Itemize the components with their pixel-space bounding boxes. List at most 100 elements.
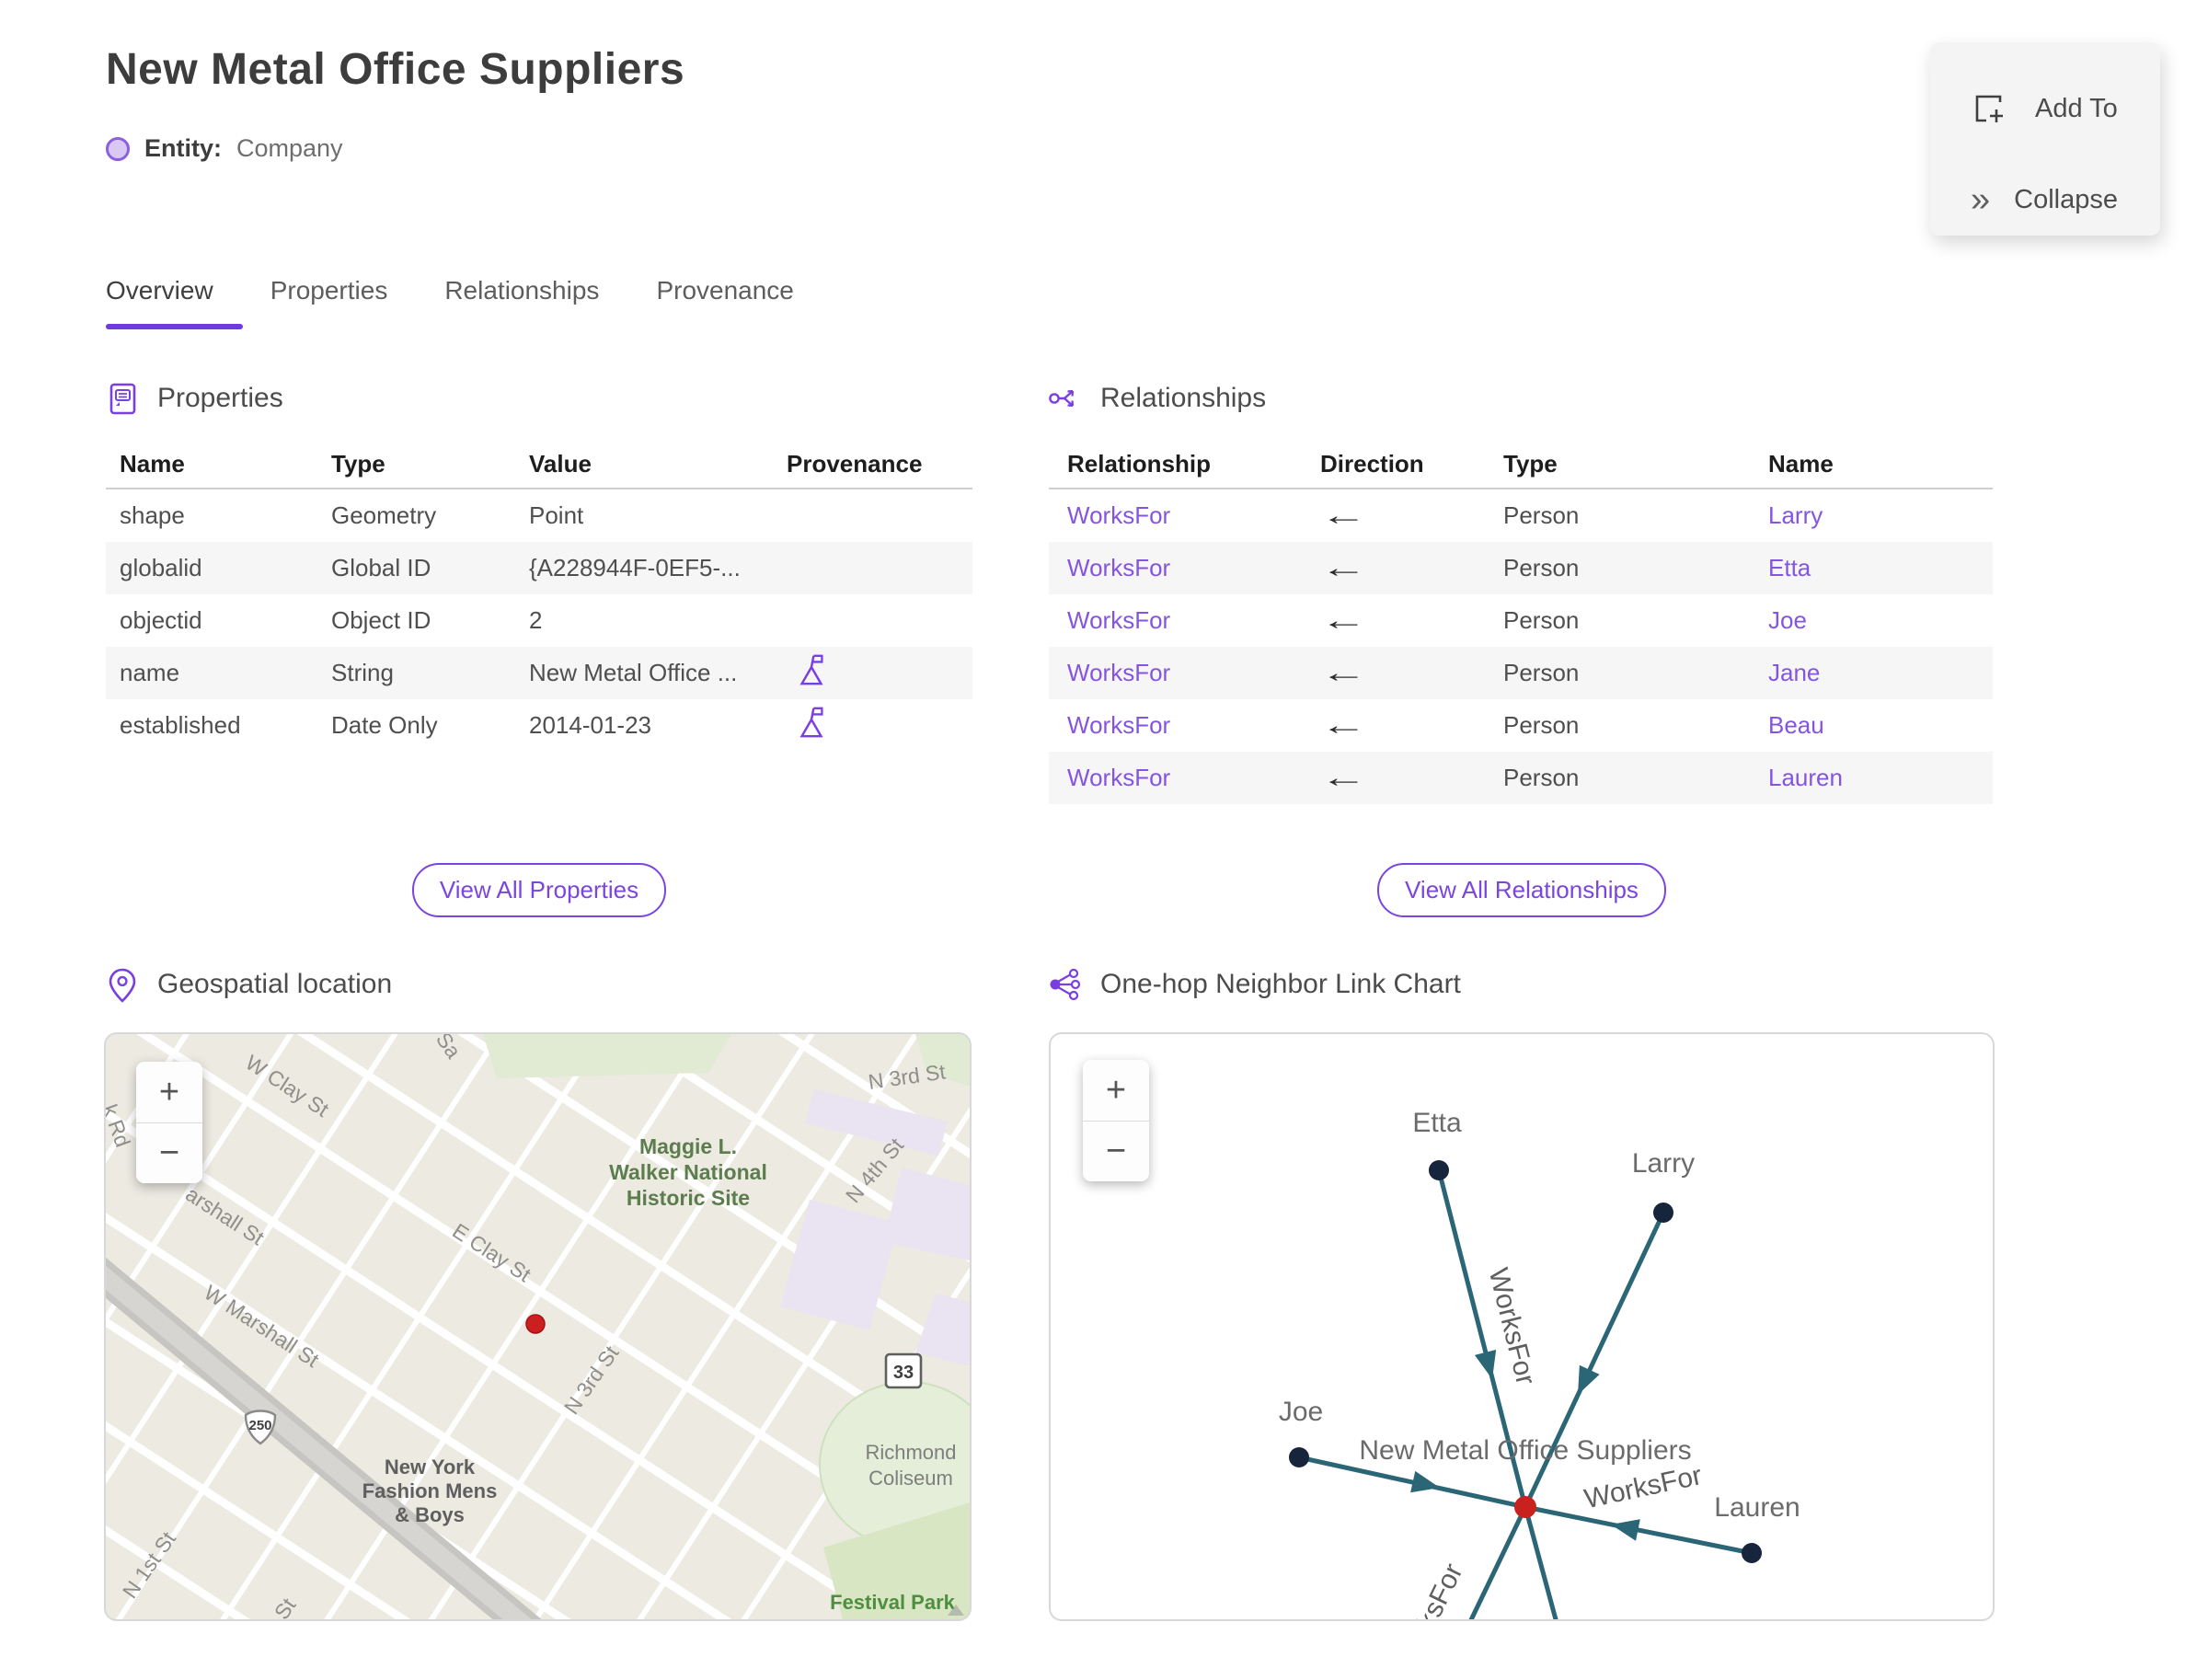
rel-entity-link[interactable]: Etta bbox=[1768, 554, 1993, 582]
col-direction: Direction bbox=[1320, 449, 1424, 478]
prop-name: name bbox=[120, 659, 180, 686]
node-label-center: New Metal Office Suppliers bbox=[1359, 1435, 1691, 1466]
map-zoom-control: + − bbox=[136, 1062, 202, 1183]
one-hop-link-chart[interactable]: WorksFor WorksFor WorksFor Etta Larry Jo… bbox=[1049, 1032, 1995, 1621]
map-location-marker[interactable] bbox=[525, 1314, 546, 1334]
add-to-icon bbox=[1975, 95, 2003, 122]
view-all-relationships-button[interactable]: View All Relationships bbox=[1377, 863, 1666, 917]
direction-arrow-icon: ← bbox=[1320, 657, 1367, 688]
chart-edges bbox=[1298, 1169, 1753, 1619]
direction-arrow-icon: ← bbox=[1320, 762, 1367, 793]
rel-type: Person bbox=[1503, 606, 1580, 634]
table-row: WorksFor ← Person Joe bbox=[1049, 594, 1993, 647]
node-etta[interactable] bbox=[1429, 1160, 1449, 1180]
table-row: WorksFor ← Person Jane bbox=[1049, 647, 1993, 699]
node-joe[interactable] bbox=[1289, 1447, 1309, 1467]
view-all-properties-button[interactable]: View All Properties bbox=[411, 863, 667, 917]
properties-table: Name Type Value Provenance shape Geometr… bbox=[106, 440, 972, 752]
node-lauren[interactable] bbox=[1742, 1543, 1762, 1563]
prop-type: Date Only bbox=[331, 711, 438, 739]
link-chart-canvas[interactable]: WorksFor WorksFor WorksFor Etta Larry Jo… bbox=[1051, 1034, 1995, 1621]
geospatial-map[interactable]: W Clay St E Clay St arshall St W Marshal… bbox=[104, 1032, 972, 1621]
chart-zoom-out-button[interactable]: − bbox=[1083, 1121, 1149, 1181]
map-green-area bbox=[483, 1034, 731, 1078]
collapse-button[interactable]: » Collapse bbox=[1971, 182, 2118, 217]
direction-arrow-icon: ← bbox=[1320, 604, 1367, 636]
relationship-link[interactable]: WorksFor bbox=[1067, 501, 1320, 530]
rel-type: Person bbox=[1503, 501, 1580, 529]
table-row: globalid Global ID {A228944F-0EF5-... bbox=[106, 542, 972, 594]
map-attribution-toggle-icon[interactable] bbox=[948, 1605, 964, 1616]
node-label-lauren: Lauren bbox=[1714, 1492, 1800, 1523]
map-zoom-out-button[interactable]: − bbox=[136, 1122, 202, 1183]
collapse-icon: » bbox=[1971, 180, 1990, 219]
floating-actions-card: Add To » Collapse bbox=[1930, 42, 2160, 236]
rel-type: Person bbox=[1503, 711, 1580, 739]
svg-text:New York: New York bbox=[385, 1456, 476, 1479]
add-to-label: Add To bbox=[2035, 93, 2118, 123]
rel-entity-link[interactable]: Joe bbox=[1768, 606, 1993, 635]
map-canvas[interactable]: W Clay St E Clay St arshall St W Marshal… bbox=[106, 1034, 972, 1621]
properties-section-title: Properties bbox=[157, 383, 283, 413]
table-row: WorksFor ← Person Etta bbox=[1049, 542, 1993, 594]
relationships-icon bbox=[1049, 389, 1075, 408]
one-hop-icon bbox=[1050, 968, 1081, 1001]
relationships-table: Relationship Direction Type Name WorksFo… bbox=[1049, 440, 1993, 804]
svg-text:33: 33 bbox=[893, 1363, 914, 1383]
col-name: Name bbox=[120, 449, 185, 478]
prop-name: objectid bbox=[120, 606, 202, 634]
tab-relationships[interactable]: Relationships bbox=[444, 276, 599, 329]
node-larry[interactable] bbox=[1653, 1202, 1673, 1223]
relationship-link[interactable]: WorksFor bbox=[1067, 711, 1320, 740]
tab-overview[interactable]: Overview bbox=[106, 276, 243, 329]
prop-type: Geometry bbox=[331, 501, 437, 529]
provenance-flag-icon[interactable] bbox=[798, 652, 825, 687]
svg-text:Fashion Mens: Fashion Mens bbox=[362, 1479, 498, 1502]
chart-nodes bbox=[1289, 1160, 1762, 1563]
col-value: Value bbox=[529, 449, 592, 478]
node-label-etta: Etta bbox=[1412, 1108, 1462, 1138]
prop-name: globalid bbox=[120, 554, 202, 581]
properties-table-header: Name Type Value Provenance bbox=[106, 440, 972, 489]
linkchart-section-header: One-hop Neighbor Link Chart bbox=[1047, 966, 1461, 1003]
table-row: WorksFor ← Person Lauren bbox=[1049, 752, 1993, 804]
node-center-entity[interactable] bbox=[1514, 1496, 1536, 1518]
rel-type: Person bbox=[1503, 764, 1580, 791]
relationship-link[interactable]: WorksFor bbox=[1067, 659, 1320, 687]
prop-type: String bbox=[331, 659, 394, 686]
rel-type: Person bbox=[1503, 554, 1580, 581]
prop-type: Object ID bbox=[331, 606, 431, 634]
rel-entity-link[interactable]: Larry bbox=[1768, 501, 1993, 530]
tab-provenance[interactable]: Provenance bbox=[656, 276, 793, 329]
prop-value: 2 bbox=[529, 606, 543, 634]
edge-label: WorksFor bbox=[1581, 1460, 1704, 1514]
entity-details-page: New Metal Office Suppliers Entity: Compa… bbox=[0, 0, 2208, 1680]
relationships-section-header: Relationships bbox=[1047, 380, 1266, 417]
relationship-link[interactable]: WorksFor bbox=[1067, 606, 1320, 635]
direction-arrow-icon: ← bbox=[1320, 552, 1367, 583]
entity-label: Entity: bbox=[144, 134, 222, 162]
provenance-flag-icon[interactable] bbox=[798, 705, 825, 740]
svg-text:Coliseum: Coliseum bbox=[868, 1467, 953, 1490]
relationship-link[interactable]: WorksFor bbox=[1067, 764, 1320, 792]
relationship-link[interactable]: WorksFor bbox=[1067, 554, 1320, 582]
relationships-section-title: Relationships bbox=[1100, 383, 1267, 413]
tab-properties[interactable]: Properties bbox=[270, 276, 388, 329]
svg-text:Maggie L.: Maggie L. bbox=[639, 1134, 737, 1158]
add-to-button[interactable]: Add To bbox=[1971, 90, 2118, 127]
prop-name: established bbox=[120, 711, 241, 739]
col-relationship: Relationship bbox=[1067, 449, 1212, 478]
entity-type-row: Entity: Company bbox=[106, 134, 343, 163]
properties-section-header: Properties bbox=[104, 380, 283, 417]
rel-entity-link[interactable]: Jane bbox=[1768, 659, 1993, 687]
map-zoom-in-button[interactable]: + bbox=[136, 1062, 202, 1122]
rel-entity-link[interactable]: Beau bbox=[1768, 711, 1993, 740]
svg-text:Historic Site: Historic Site bbox=[627, 1186, 750, 1210]
direction-arrow-icon: ← bbox=[1320, 709, 1367, 741]
rel-entity-link[interactable]: Lauren bbox=[1768, 764, 1993, 792]
col-provenance: Provenance bbox=[787, 449, 923, 478]
table-row: WorksFor ← Person Beau bbox=[1049, 699, 1993, 752]
svg-text:Richmond: Richmond bbox=[865, 1441, 956, 1464]
prop-value: {A228944F-0EF5-... bbox=[529, 554, 741, 581]
chart-zoom-in-button[interactable]: + bbox=[1083, 1060, 1149, 1121]
